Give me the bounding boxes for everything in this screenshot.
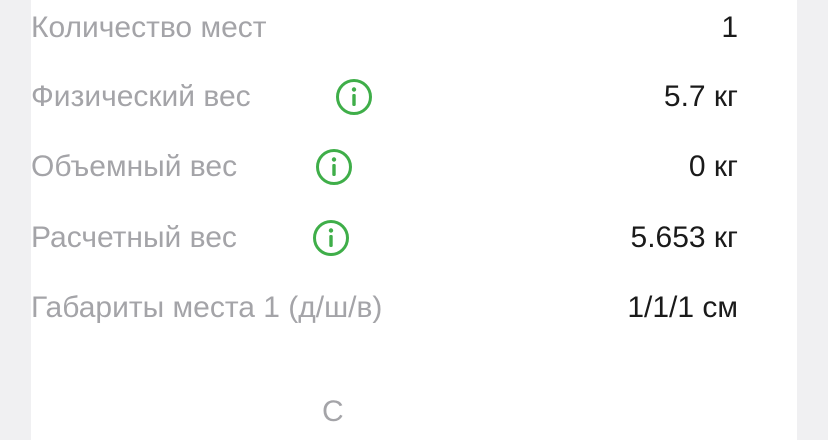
calculated-weight-label: Расчетный вес	[31, 221, 237, 254]
detail-row-dimensions: Габариты места 1 (д/ш/в) 1/1/1 см	[31, 283, 738, 333]
physical-weight-label: Физический вес	[31, 80, 251, 113]
info-icon[interactable]	[312, 219, 350, 257]
physical-weight-value: 5.7 кг	[663, 80, 738, 113]
dimensions-label: Габариты места 1 (д/ш/в)	[31, 291, 383, 324]
volumetric-weight-label: Объемный вес	[31, 150, 238, 183]
info-icon[interactable]	[335, 78, 373, 116]
next-section-text: С	[322, 395, 344, 428]
volumetric-weight-value: 0 кг	[688, 150, 738, 183]
detail-row-volumetric-weight: Объемный вес 0 кг	[31, 142, 738, 192]
calculated-weight-value: 5.653 кг	[630, 221, 738, 254]
detail-row-calculated-weight: Расчетный вес 5.653 кг	[31, 213, 738, 263]
detail-row-physical-weight: Физический вес 5.7 кг	[31, 72, 738, 122]
places-count-label: Количество мест	[31, 11, 267, 44]
places-count-value: 1	[721, 11, 738, 44]
info-icon[interactable]	[315, 148, 353, 186]
dimensions-value: 1/1/1 см	[627, 291, 738, 324]
detail-row-places-count: Количество мест 1	[31, 3, 738, 53]
